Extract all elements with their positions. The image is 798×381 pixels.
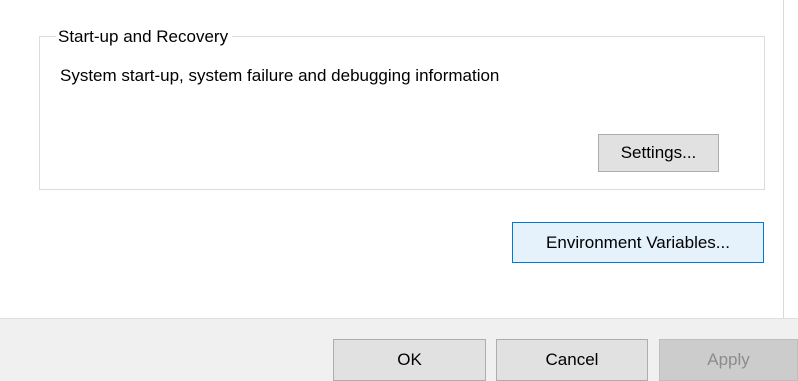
tab-panel-border [783,0,784,318]
startup-recovery-legend: Start-up and Recovery [56,27,233,47]
apply-button[interactable]: Apply [659,339,798,381]
cancel-button[interactable]: Cancel [496,339,648,381]
environment-variables-button[interactable]: Environment Variables... [512,222,764,263]
startup-recovery-settings-button[interactable]: Settings... [598,134,719,172]
system-properties-dialog: Start-up and Recovery System start-up, s… [0,0,798,381]
startup-recovery-description: System start-up, system failure and debu… [60,66,500,85]
advanced-tab-content: Start-up and Recovery System start-up, s… [0,0,798,318]
ok-button[interactable]: OK [333,339,486,381]
